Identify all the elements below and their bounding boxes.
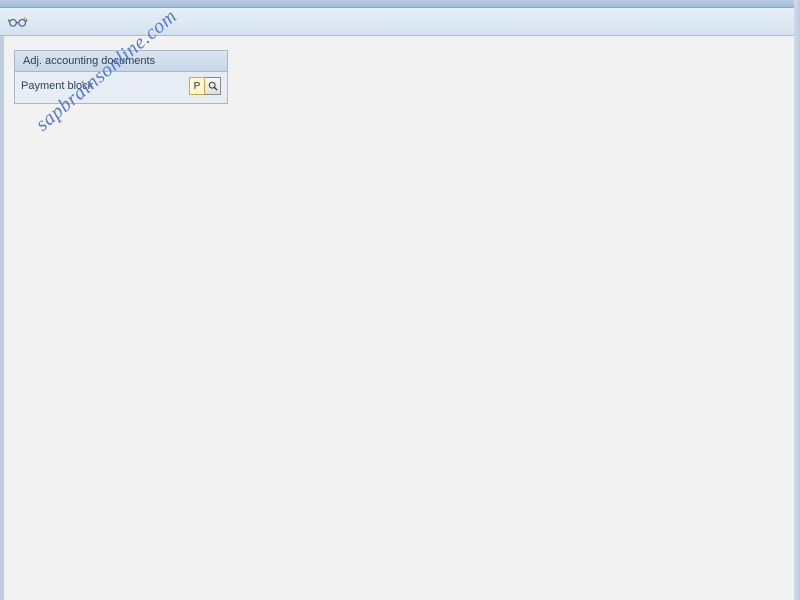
accounting-documents-panel: Adj. accounting documents Payment block [14, 50, 228, 104]
payment-block-row: Payment block [15, 72, 227, 103]
title-bar [0, 0, 800, 8]
glasses-display-icon[interactable] [8, 14, 28, 30]
toolbar [0, 8, 800, 36]
payment-block-label: Payment block [21, 80, 189, 92]
search-icon [208, 81, 218, 91]
search-help-button[interactable] [205, 77, 221, 95]
right-border [794, 0, 800, 600]
payment-block-input[interactable] [189, 77, 205, 95]
panel-header: Adj. accounting documents [15, 51, 227, 72]
content-area: Adj. accounting documents Payment block … [0, 36, 800, 600]
